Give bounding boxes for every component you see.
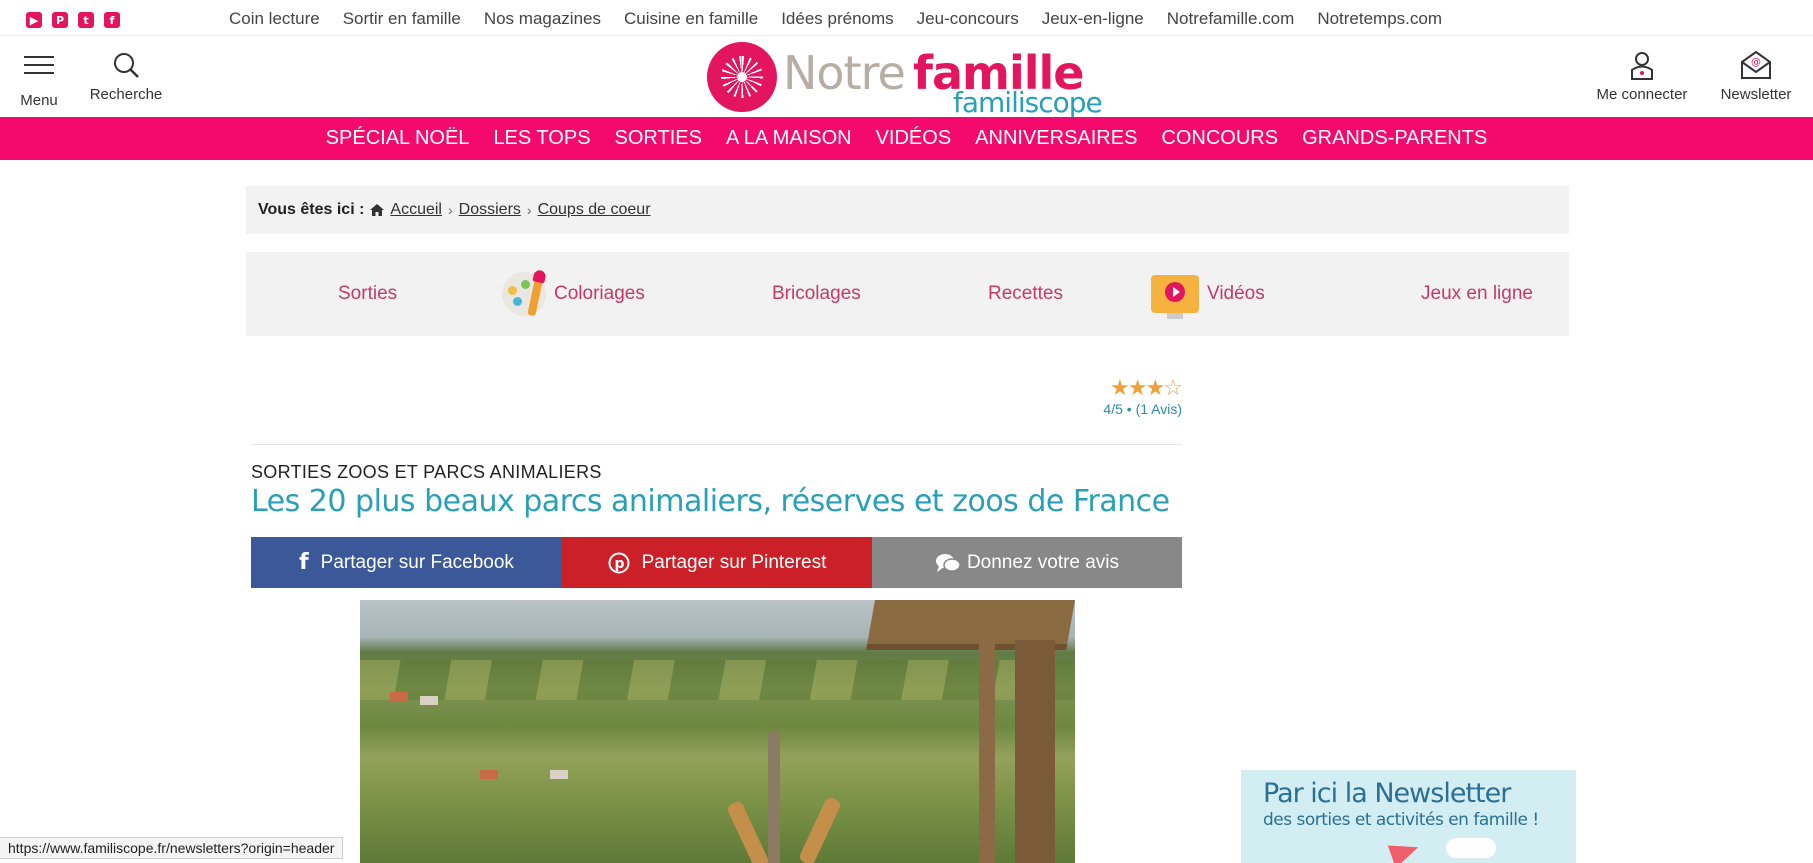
- menu-label: Menu: [20, 92, 58, 109]
- nav-grands-parents[interactable]: GRANDS-PARENTS: [1302, 127, 1487, 150]
- paper-plane-icon: [1387, 835, 1423, 863]
- give-review-button[interactable]: Donnez votre avis: [872, 537, 1182, 588]
- youtube-icon[interactable]: ▶: [26, 12, 42, 28]
- nav-sorties[interactable]: SORTIES: [615, 127, 702, 150]
- category-label: Recettes: [988, 283, 1063, 304]
- menu-button[interactable]: Menu: [18, 50, 60, 109]
- svg-text:p: p: [614, 556, 624, 572]
- newsletter-promo-title: Par ici la Newsletter: [1263, 778, 1511, 809]
- divider: [251, 444, 1182, 445]
- facebook-icon[interactable]: f: [104, 12, 120, 28]
- toplink-jeu-concours[interactable]: Jeu-concours: [917, 9, 1019, 29]
- breadcrumb-prefix: Vous êtes ici :: [258, 201, 365, 218]
- share-facebook-button[interactable]: f Partager sur Facebook: [251, 537, 562, 588]
- breadcrumb-separator: ›: [447, 202, 453, 218]
- nav-les-tops[interactable]: LES TOPS: [493, 127, 590, 150]
- main-nav: SPÉCIAL NOËL LES TOPS SORTIES A LA MAISO…: [0, 117, 1813, 160]
- newsletter-button[interactable]: @ Newsletter: [1716, 50, 1796, 103]
- nav-videos[interactable]: VIDÉOS: [876, 127, 952, 150]
- search-label: Recherche: [89, 86, 163, 103]
- category-coloriages[interactable]: Coloriages: [502, 252, 645, 336]
- article-kicker: SORTIES ZOOS ET PARCS ANIMALIERS: [251, 462, 602, 482]
- nav-special-noel[interactable]: SPÉCIAL NOËL: [326, 127, 470, 150]
- category-jeux-en-ligne[interactable]: Jeux en ligne: [1421, 252, 1533, 336]
- breadcrumb: Vous êtes ici : Accueil › Dossiers › Cou…: [246, 186, 1569, 234]
- star-empty-icon: ☆: [1163, 376, 1183, 401]
- logo-text-notre: Notre: [783, 46, 906, 100]
- breadcrumb-coups-de-coeur[interactable]: Coups de coeur: [538, 201, 651, 219]
- category-label: Vidéos: [1207, 283, 1265, 304]
- category-videos[interactable]: Vidéos: [1151, 252, 1265, 336]
- star-filled-icon: ★: [1110, 376, 1130, 401]
- cloud-icon: [1446, 838, 1496, 858]
- star-filled-icon: ★: [1145, 376, 1165, 401]
- facebook-icon: f: [299, 550, 309, 575]
- category-label: Bricolages: [772, 283, 861, 304]
- top-bar: ▶ P t f Coin lecture Sortir en famille N…: [0, 0, 1813, 36]
- category-label: Jeux en ligne: [1421, 283, 1533, 304]
- category-recettes[interactable]: Recettes: [988, 252, 1063, 336]
- newsletter-promo-subtitle: des sorties et activités en famille !: [1263, 810, 1539, 830]
- toplink-idees-prenoms[interactable]: Idées prénoms: [781, 9, 893, 29]
- twitter-icon[interactable]: t: [78, 12, 94, 28]
- article-photo-giraffes: [360, 600, 1075, 863]
- logo-flower-icon: [707, 42, 777, 112]
- user-icon: [1631, 52, 1653, 80]
- toplink-cuisine-en-famille[interactable]: Cuisine en famille: [624, 9, 758, 29]
- comment-bubbles-icon: [935, 553, 961, 572]
- search-icon: [114, 53, 139, 78]
- rating-text[interactable]: 4/5 • (1 Avis): [1100, 401, 1182, 417]
- category-bar: Sorties Coloriages Bricolages Recettes V…: [246, 252, 1569, 336]
- breadcrumb-separator: ›: [526, 202, 532, 218]
- site-header: Menu Recherche Notre famille familiscope…: [0, 36, 1813, 119]
- video-monitor-icon: [1151, 275, 1199, 319]
- home-icon: [370, 204, 385, 216]
- toplink-notretemps[interactable]: Notretemps.com: [1317, 9, 1442, 29]
- login-label: Me connecter: [1596, 86, 1688, 103]
- article-title: Les 20 plus beaux parcs animaliers, rése…: [251, 484, 1170, 519]
- share-pinterest-label: Partager sur Pinterest: [641, 551, 827, 573]
- toplink-nos-magazines[interactable]: Nos magazines: [484, 9, 601, 29]
- nav-anniversaires[interactable]: ANNIVERSAIRES: [975, 127, 1137, 150]
- category-bricolages[interactable]: Bricolages: [772, 252, 861, 336]
- category-label: Sorties: [338, 283, 398, 304]
- newsletter-label: Newsletter: [1720, 86, 1792, 103]
- nav-a-la-maison[interactable]: A LA MAISON: [726, 127, 852, 150]
- category-label: Coloriages: [554, 283, 645, 304]
- top-links: Coin lecture Sortir en famille Nos magaz…: [229, 0, 1465, 38]
- breadcrumb-dossiers[interactable]: Dossiers: [459, 201, 521, 219]
- breadcrumb-accueil[interactable]: Accueil: [390, 201, 442, 219]
- palette-icon: [502, 269, 546, 317]
- svg-text:@: @: [1751, 57, 1761, 68]
- pinterest-icon: p: [608, 552, 630, 573]
- toplink-jeux-en-ligne[interactable]: Jeux-en-ligne: [1042, 9, 1144, 29]
- share-facebook-label: Partager sur Facebook: [320, 551, 514, 573]
- give-review-label: Donnez votre avis: [966, 551, 1120, 573]
- hamburger-icon: [18, 56, 60, 86]
- newsletter-promo-banner[interactable]: Par ici la Newsletter des sorties et act…: [1241, 770, 1576, 863]
- envelope-icon: @: [1741, 50, 1771, 79]
- toplink-notrefamille[interactable]: Notrefamille.com: [1167, 9, 1295, 29]
- star-filled-icon: ★: [1127, 376, 1148, 401]
- browser-status-url: https://www.familiscope.fr/newsletters?o…: [0, 837, 344, 859]
- toplink-sortir-en-famille[interactable]: Sortir en famille: [343, 9, 461, 29]
- rating-stars[interactable]: ★★★☆: [1110, 376, 1183, 401]
- search-button[interactable]: Recherche: [88, 50, 164, 103]
- toplink-coin-lecture[interactable]: Coin lecture: [229, 9, 320, 29]
- category-sorties[interactable]: Sorties: [338, 252, 397, 336]
- site-logo[interactable]: Notre famille familiscope: [703, 40, 1113, 119]
- share-pinterest-button[interactable]: p Partager sur Pinterest: [562, 537, 872, 588]
- nav-concours[interactable]: CONCOURS: [1161, 127, 1278, 150]
- login-button[interactable]: Me connecter: [1592, 50, 1692, 103]
- social-links: ▶ P t f: [26, 12, 120, 28]
- pinterest-icon[interactable]: P: [52, 12, 68, 28]
- logo-text-familiscope: familiscope: [953, 86, 1103, 119]
